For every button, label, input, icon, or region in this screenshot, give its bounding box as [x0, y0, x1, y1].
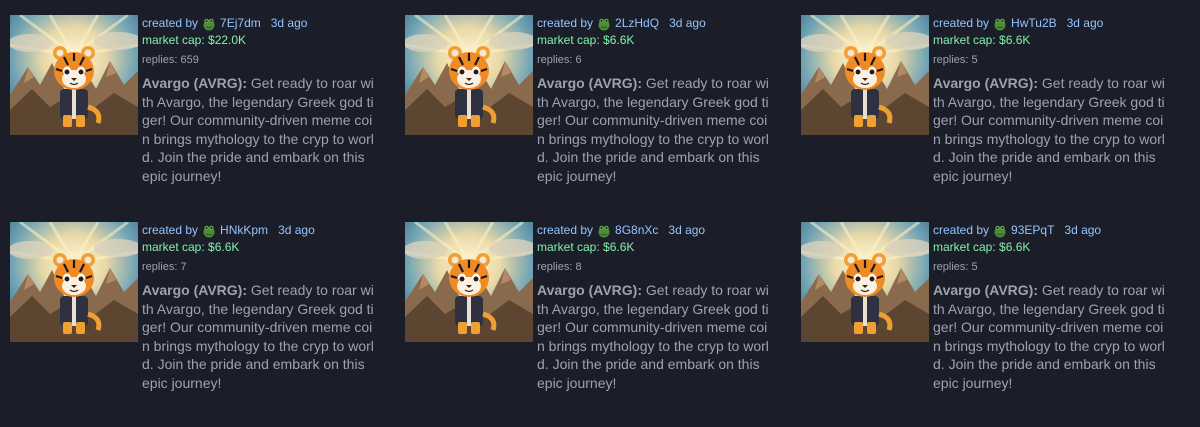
- description-text: Get ready to roar with Avargo, the legen…: [537, 282, 769, 391]
- market-cap: market cap: $6.6K: [537, 240, 635, 254]
- frog-avatar-icon: [597, 17, 611, 31]
- frog-avatar-icon: [597, 224, 611, 238]
- description-text: Get ready to roar with Avargo, the legen…: [142, 282, 374, 391]
- token-image[interactable]: [10, 222, 138, 342]
- created-by-label: created by: [933, 223, 990, 237]
- replies-count: replies: 5: [933, 54, 978, 66]
- description-text: Get ready to roar with Avargo, the legen…: [933, 75, 1165, 184]
- replies-count: replies: 659: [142, 54, 199, 66]
- token-name: Avargo (AVRG):: [537, 75, 642, 91]
- replies-count: replies: 8: [537, 261, 582, 273]
- token-name: Avargo (AVRG):: [142, 75, 247, 91]
- token-description: Avargo (AVRG): Get ready to roar with Av…: [537, 74, 769, 185]
- token-image[interactable]: [10, 15, 138, 135]
- token-card[interactable]: created by 93EPqT 3d ago market cap: $6.…: [801, 222, 1181, 412]
- creator-link[interactable]: HNkKpm: [220, 222, 268, 239]
- token-card[interactable]: created by 2LzHdQ 3d ago market cap: $6.…: [405, 15, 785, 205]
- token-description: Avargo (AVRG): Get ready to roar with Av…: [142, 74, 374, 185]
- created-time: 3d ago: [669, 16, 706, 30]
- token-info: created by HNkKpm 3d ago market cap: $6.…: [142, 222, 380, 392]
- created-by-label: created by: [537, 16, 594, 30]
- token-card[interactable]: created by 7Ej7dm 3d ago market cap: $22…: [10, 15, 390, 205]
- frog-avatar-icon: [202, 224, 216, 238]
- created-time: 3d ago: [270, 16, 308, 30]
- token-name: Avargo (AVRG):: [537, 282, 642, 298]
- token-info: created by 7Ej7dm 3d ago market cap: $22…: [142, 15, 380, 185]
- market-cap: market cap: $6.6K: [933, 240, 1031, 254]
- created-by-label: created by: [537, 223, 594, 237]
- token-image[interactable]: [801, 15, 929, 135]
- token-description: Avargo (AVRG): Get ready to roar with Av…: [142, 281, 374, 392]
- market-cap: market cap: $6.6K: [142, 240, 240, 254]
- created-time: 3d ago: [1064, 223, 1102, 237]
- token-info: created by HwTu2B 3d ago market cap: $6.…: [933, 15, 1171, 185]
- token-name: Avargo (AVRG):: [933, 75, 1038, 91]
- token-description: Avargo (AVRG): Get ready to roar with Av…: [537, 281, 769, 392]
- replies-count: replies: 6: [537, 54, 582, 66]
- token-image[interactable]: [405, 222, 533, 342]
- description-text: Get ready to roar with Avargo, the legen…: [142, 75, 374, 184]
- token-description: Avargo (AVRG): Get ready to roar with Av…: [933, 74, 1165, 185]
- token-name: Avargo (AVRG):: [142, 282, 247, 298]
- description-text: Get ready to roar with Avargo, the legen…: [537, 75, 769, 184]
- frog-avatar-icon: [993, 224, 1007, 238]
- creator-link[interactable]: 2LzHdQ: [615, 15, 659, 32]
- created-by-label: created by: [933, 16, 990, 30]
- frog-avatar-icon: [993, 17, 1007, 31]
- created-by-label: created by: [142, 16, 199, 30]
- token-card[interactable]: created by HwTu2B 3d ago market cap: $6.…: [801, 15, 1181, 205]
- creator-link[interactable]: 7Ej7dm: [220, 15, 261, 32]
- creator-link[interactable]: 8G8nXc: [615, 222, 658, 239]
- created-by-label: created by: [142, 223, 199, 237]
- token-name: Avargo (AVRG):: [933, 282, 1038, 298]
- replies-count: replies: 5: [933, 261, 978, 273]
- description-text: Get ready to roar with Avargo, the legen…: [933, 282, 1165, 391]
- token-image[interactable]: [405, 15, 533, 135]
- frog-avatar-icon: [202, 17, 216, 31]
- market-cap: market cap: $6.6K: [933, 33, 1031, 47]
- token-info: created by 2LzHdQ 3d ago market cap: $6.…: [537, 15, 775, 185]
- creator-link[interactable]: 93EPqT: [1011, 222, 1054, 239]
- token-info: created by 93EPqT 3d ago market cap: $6.…: [933, 222, 1171, 392]
- created-time: 3d ago: [278, 223, 315, 237]
- market-cap: market cap: $22.0K: [142, 33, 247, 47]
- market-cap: market cap: $6.6K: [537, 33, 635, 47]
- token-card[interactable]: created by 8G8nXc 3d ago market cap: $6.…: [405, 222, 785, 412]
- created-time: 3d ago: [1066, 16, 1104, 30]
- replies-count: replies: 7: [142, 261, 187, 273]
- token-image[interactable]: [801, 222, 929, 342]
- created-time: 3d ago: [668, 223, 706, 237]
- token-card[interactable]: created by HNkKpm 3d ago market cap: $6.…: [10, 222, 390, 412]
- creator-link[interactable]: HwTu2B: [1011, 15, 1057, 32]
- token-description: Avargo (AVRG): Get ready to roar with Av…: [933, 281, 1165, 392]
- token-info: created by 8G8nXc 3d ago market cap: $6.…: [537, 222, 775, 392]
